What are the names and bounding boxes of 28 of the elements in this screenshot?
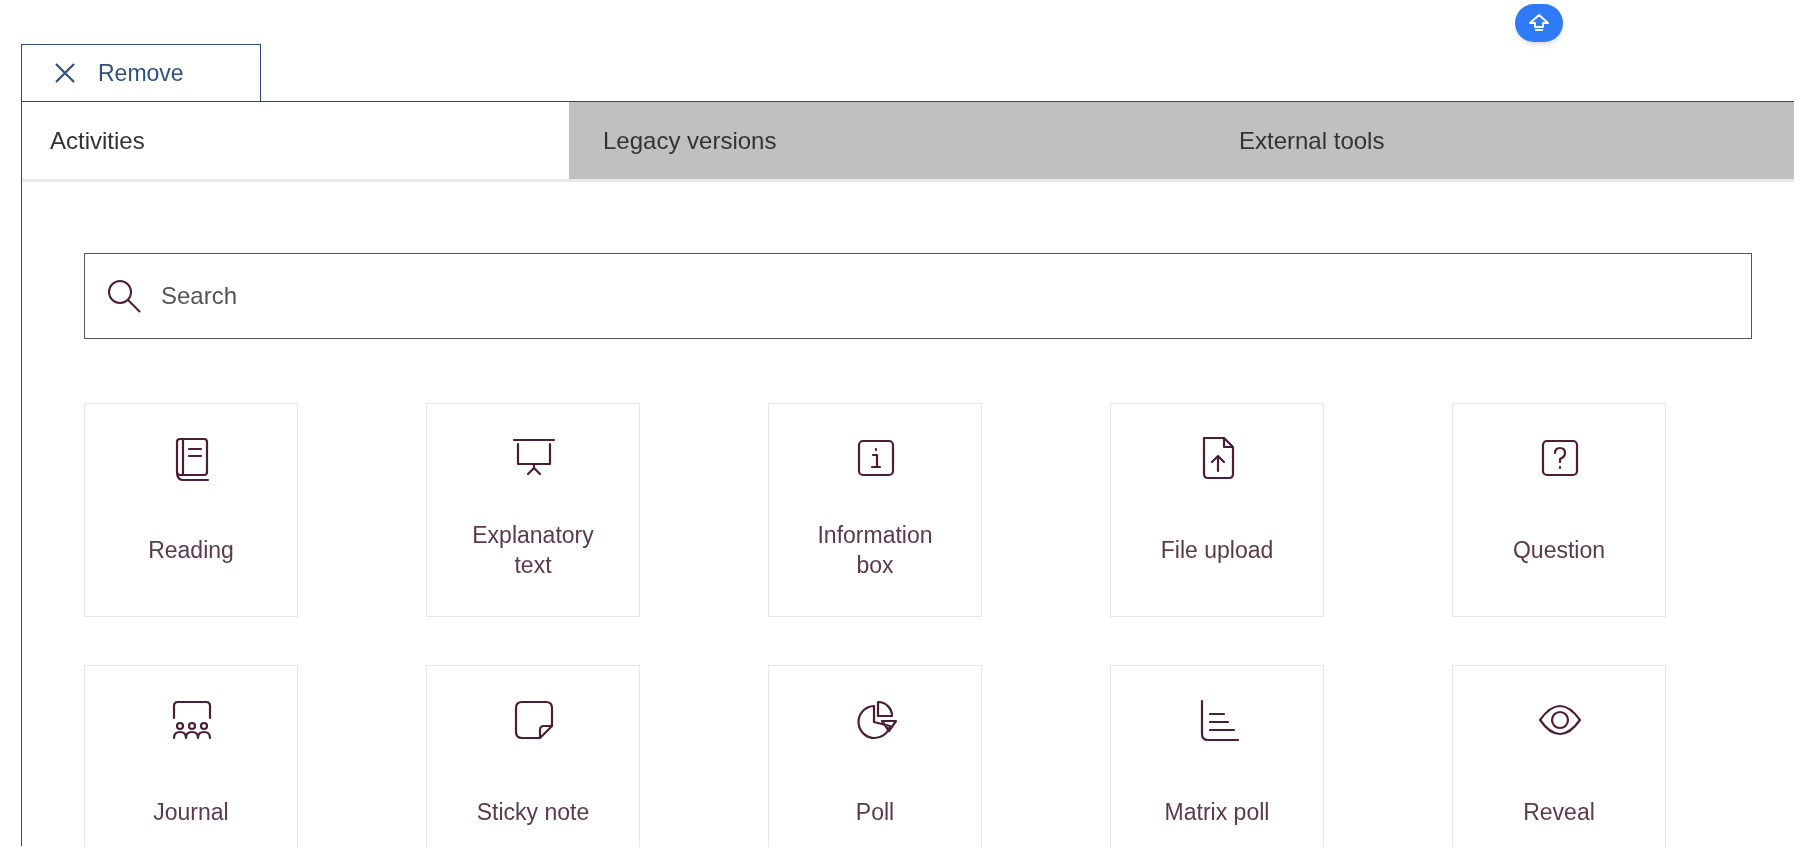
activity-card[interactable]: Poll bbox=[768, 665, 982, 847]
activity-card[interactable]: Information box bbox=[768, 403, 982, 617]
scroll-top-button[interactable] bbox=[1515, 4, 1563, 42]
activity-card[interactable]: Reading bbox=[84, 403, 298, 617]
activity-label: Poll bbox=[854, 798, 896, 827]
activity-label: File upload bbox=[1159, 536, 1275, 565]
activity-card[interactable]: Sticky note bbox=[426, 665, 640, 847]
tab[interactable]: External tools bbox=[1205, 102, 1794, 179]
activity-label: Reveal bbox=[1522, 798, 1596, 827]
activity-card[interactable]: Reveal bbox=[1452, 665, 1666, 847]
activity-card[interactable]: Matrix poll bbox=[1110, 665, 1324, 847]
activity-card[interactable]: Explanatory text bbox=[426, 403, 640, 617]
activity-label: Matrix poll bbox=[1163, 798, 1271, 827]
activity-label: Reading bbox=[147, 536, 235, 565]
activity-label: Explanatory text bbox=[471, 521, 595, 580]
activity-label: Journal bbox=[152, 798, 230, 827]
activity-label: Information box bbox=[816, 521, 934, 580]
remove-button[interactable]: Remove bbox=[21, 44, 261, 101]
search-icon bbox=[106, 278, 142, 314]
activity-card[interactable]: Question bbox=[1452, 403, 1666, 617]
upload-arrow-icon bbox=[1528, 13, 1550, 33]
search-field[interactable]: Search bbox=[84, 253, 1752, 339]
activity-card[interactable]: Journal bbox=[84, 665, 298, 847]
activity-label: Question bbox=[1511, 536, 1607, 565]
activity-label: Sticky note bbox=[475, 798, 591, 827]
tab[interactable]: Legacy versions bbox=[569, 102, 1205, 179]
close-icon bbox=[54, 62, 76, 84]
activity-card[interactable]: File upload bbox=[1110, 403, 1324, 617]
